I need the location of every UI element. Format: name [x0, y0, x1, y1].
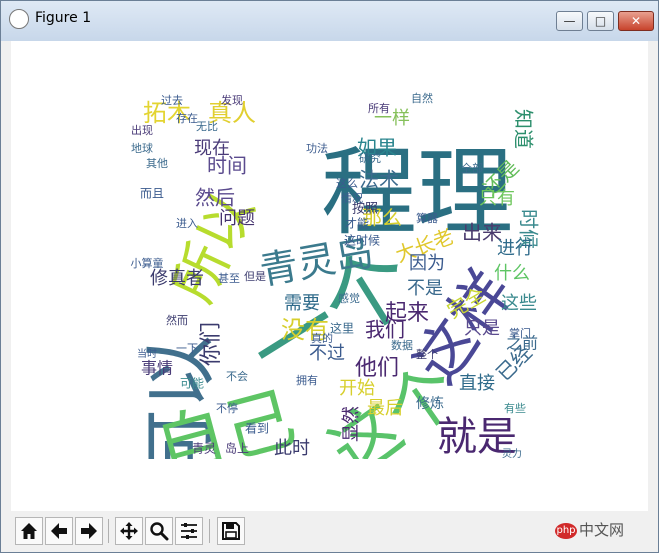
- word-cloud-word: 研究: [359, 151, 381, 165]
- word-cloud-word: 其他: [146, 157, 168, 170]
- site-watermark: php 中文网: [555, 519, 624, 545]
- word-cloud-word: 不是: [407, 278, 443, 299]
- word-cloud-word: 现在: [194, 138, 230, 159]
- word-cloud-word: 存在: [176, 111, 198, 125]
- word-cloud-word: 需要: [284, 293, 320, 314]
- home-icon: [21, 523, 37, 539]
- home-button[interactable]: [15, 517, 43, 545]
- word-cloud-word: 这时候: [344, 233, 380, 248]
- word-cloud-image: 程理一个可以自己 这个这样所以青灵岛就是拓木 真人如果一样 知道法术 还是时间现在然后问…: [127, 59, 547, 459]
- word-cloud-word: 感觉: [338, 292, 360, 305]
- word-cloud-word: 看到: [245, 422, 269, 436]
- figure-window: Figure 1 — □ ✕ 程理 一个 可以 自己 这个 这样 所以 青灵岛 就是 拓木 真人 如果…: [0, 0, 659, 553]
- word-cloud-word: 数据: [391, 338, 413, 352]
- word-cloud-word: 一下: [176, 342, 198, 355]
- pan-button[interactable]: [115, 517, 143, 545]
- word-cloud-word: 小算童: [131, 256, 164, 270]
- word-cloud-word: 最后: [367, 398, 403, 419]
- word-cloud-word: 我们: [365, 318, 405, 342]
- word-cloud-word: 灵力: [502, 447, 522, 459]
- word-cloud-word: 这么: [336, 176, 358, 190]
- word-cloud-word: 青灵: [192, 442, 216, 456]
- word-cloud-word: 自然: [411, 91, 433, 105]
- word-cloud-word: 整个: [416, 347, 438, 361]
- zoom-button[interactable]: [145, 517, 173, 545]
- maximize-button[interactable]: □: [587, 11, 614, 31]
- word-cloud-word: 只是: [464, 318, 500, 339]
- word-cloud-word: 才能: [345, 217, 369, 231]
- close-button[interactable]: ✕: [618, 11, 654, 31]
- word-cloud-word: 直接: [459, 373, 495, 394]
- forward-button[interactable]: [75, 517, 103, 545]
- floppy-disk-icon: [222, 522, 240, 540]
- word-cloud-word: 掌门: [509, 326, 531, 340]
- word-cloud-word: 你们: [199, 322, 224, 366]
- word-cloud-word: 修真者: [150, 268, 204, 289]
- word-cloud-word: 知道: [512, 109, 536, 149]
- word-cloud-word: 可能: [180, 377, 204, 391]
- word-cloud-word: 功法: [306, 141, 328, 155]
- word-cloud-word: 修炼: [416, 396, 444, 412]
- word-cloud-word: 只有: [479, 188, 515, 209]
- word-cloud-word: 岛上: [225, 441, 249, 456]
- word-cloud-word: 问题: [219, 208, 255, 229]
- minimize-button[interactable]: —: [556, 11, 583, 31]
- save-button[interactable]: [217, 517, 245, 545]
- watermark-text: 中文网: [579, 521, 625, 539]
- word-cloud-word: 而且: [140, 187, 164, 201]
- word-cloud-word: 然而: [166, 313, 188, 327]
- toolbar-separator: [108, 519, 109, 543]
- word-cloud-word: 拥有: [296, 373, 318, 387]
- move-icon: [120, 522, 138, 540]
- word-cloud-word: 当时: [137, 347, 157, 360]
- word-cloud-word: 这里: [330, 321, 354, 336]
- window-title: Figure 1: [35, 10, 92, 26]
- word-cloud-word: 出现: [131, 123, 153, 137]
- php-logo-icon: php: [555, 522, 577, 539]
- word-cloud-word: 发现: [221, 93, 243, 107]
- matplotlib-app-icon: [9, 9, 29, 29]
- word-cloud-word: 但是: [244, 270, 266, 283]
- word-cloud-word: 算器: [416, 211, 438, 225]
- word-cloud-word: 因为: [409, 253, 445, 274]
- word-cloud-word: 然后: [195, 186, 235, 210]
- title-bar[interactable]: Figure 1 — □ ✕: [1, 1, 658, 41]
- back-button[interactable]: [45, 517, 73, 545]
- word-cloud-word: 真的: [311, 331, 333, 345]
- sliders-icon: [181, 523, 197, 539]
- word-cloud-word: 甚至: [218, 272, 240, 285]
- word-cloud-word: 进入: [176, 217, 198, 230]
- word-cloud-word: 什么: [494, 263, 530, 284]
- word-cloud-word: 有些: [504, 401, 526, 415]
- word-cloud-word: 事情: [141, 359, 173, 378]
- word-cloud-word: 显然: [341, 406, 362, 442]
- word-cloud-word: 出来: [462, 221, 502, 245]
- arrow-right-icon: [81, 523, 97, 539]
- word-cloud-word: 不过: [309, 343, 345, 364]
- word-cloud-word: 过去: [161, 94, 183, 107]
- word-cloud-word: 所有: [368, 101, 390, 115]
- word-cloud-word: 情况: [341, 192, 363, 205]
- word-cloud-word: 开始: [339, 378, 375, 399]
- configure-subplots-button[interactable]: [175, 517, 203, 545]
- word-cloud-word: 这些: [501, 293, 537, 314]
- magnifier-icon: [150, 522, 169, 541]
- word-cloud-word: 全部: [461, 161, 483, 175]
- word-cloud-word: 无比: [196, 120, 218, 133]
- word-cloud-word: 不停: [216, 401, 238, 415]
- toolbar-separator: [209, 519, 210, 543]
- word-cloud-word: 地球: [131, 141, 153, 155]
- word-cloud-word: 进行: [497, 238, 533, 259]
- word-cloud-word: 法术: [359, 168, 399, 192]
- word-cloud-word: 不会: [226, 370, 248, 383]
- word-cloud-word: 此时: [274, 438, 310, 459]
- arrow-left-icon: [51, 523, 67, 539]
